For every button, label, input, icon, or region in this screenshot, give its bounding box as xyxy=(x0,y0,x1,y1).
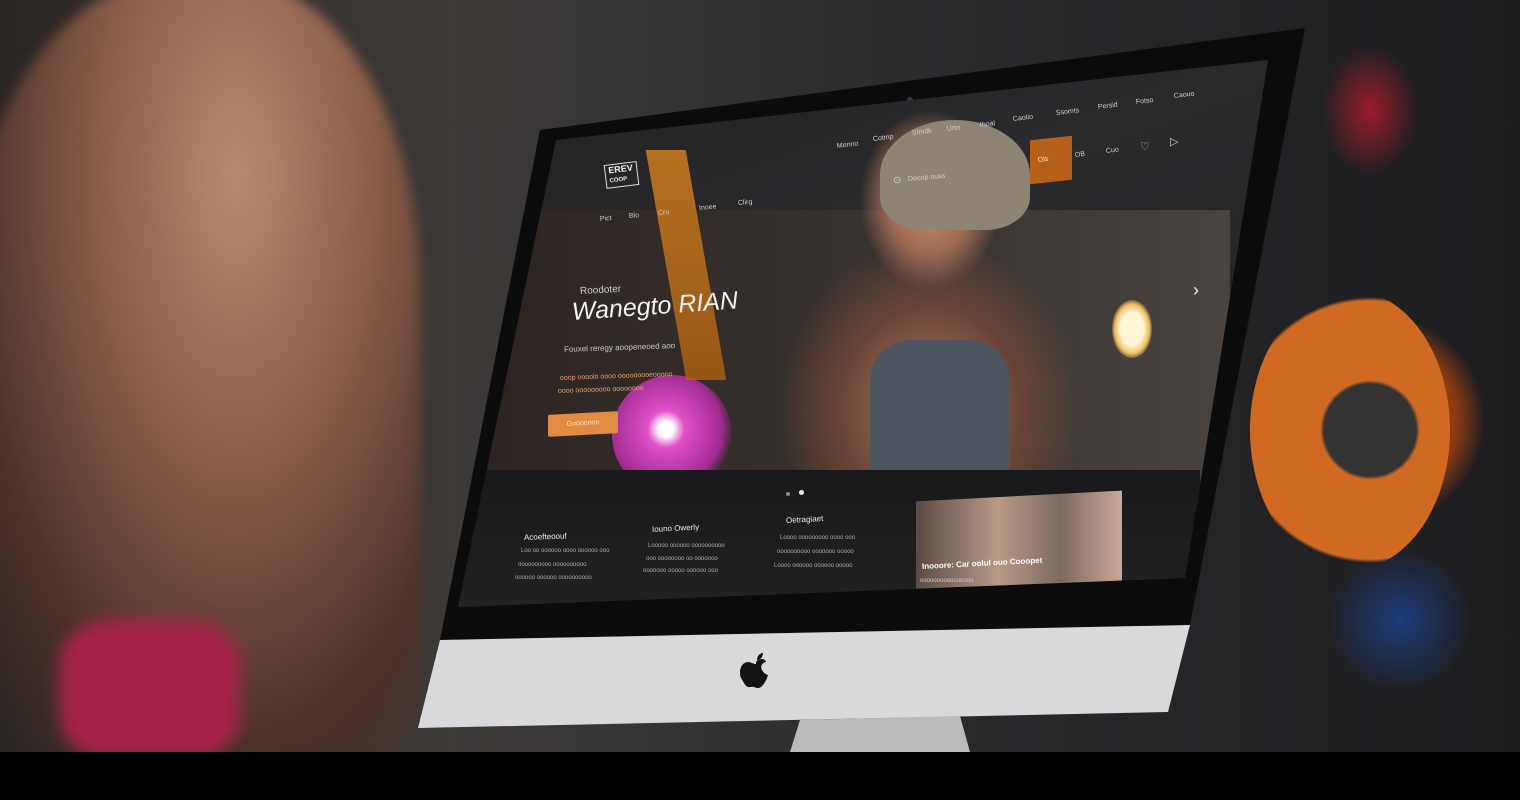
column-line: Looooo oooooo oooooooooo xyxy=(648,543,725,549)
hero-cta-button[interactable]: Gooooooo xyxy=(548,411,618,437)
logo-line-1: EREV xyxy=(607,162,634,176)
sub-nav-item[interactable]: Pict xyxy=(600,215,612,223)
column-heading: Acoefteoouf xyxy=(523,531,567,542)
nav-item[interactable]: Persid xyxy=(1098,102,1119,111)
nav-item[interactable]: Caouo xyxy=(1174,91,1195,100)
hero-athlete-tank xyxy=(870,340,1010,470)
slider-dot-active[interactable] xyxy=(799,490,804,495)
nav-item[interactable]: Fotso xyxy=(1136,97,1154,106)
sub-nav-item[interactable]: Clirg xyxy=(738,199,753,207)
column-line: Loooo oooooo oooooo ooooo xyxy=(774,563,853,569)
slider-dot[interactable] xyxy=(786,492,790,496)
active-icon-tab[interactable] xyxy=(1030,135,1072,185)
light-flare xyxy=(1112,300,1152,358)
column-line: oooooooooo ooooooo ooooo xyxy=(777,549,854,555)
hero-athlete-hair xyxy=(880,120,1030,230)
feature-card-subcaption: oooooooooooooooo xyxy=(920,578,974,584)
sub-nav-item[interactable]: Blo xyxy=(629,212,640,220)
column-line: oooooooooo oooooooooo xyxy=(518,562,587,568)
feature-card-image[interactable] xyxy=(916,490,1122,592)
monitor-stand xyxy=(790,716,970,752)
bottom-letterbox xyxy=(0,752,1520,800)
sub-nav-item[interactable]: Cro xyxy=(658,209,670,217)
heart-icon[interactable]: ♡ xyxy=(1140,140,1150,153)
logo-line-2: COOP xyxy=(609,176,628,185)
search-icon[interactable]: ⊙ xyxy=(893,175,901,186)
column-line: ooo oooooooo oo ooooooo xyxy=(646,556,718,562)
monitor-chin xyxy=(418,625,1190,728)
column-line: oooooo oooooo oooooooooo xyxy=(515,575,592,581)
icon-tab[interactable]: OB xyxy=(1075,151,1086,159)
column-line: Loooo ooooooooo oooo ooo xyxy=(780,535,856,541)
play-icon[interactable]: ▷ xyxy=(1170,135,1178,148)
column-line: ooooooo ooooo oooooo ooo xyxy=(643,568,719,574)
column-line: Loo oo oooooo oooo oooooo ooo xyxy=(521,548,610,554)
icon-tab[interactable]: Cuo xyxy=(1106,146,1120,155)
logo[interactable]: EREV COOP xyxy=(603,161,639,189)
icon-tab[interactable]: Ols xyxy=(1038,156,1049,164)
chevron-right-icon[interactable]: › xyxy=(1193,280,1199,301)
